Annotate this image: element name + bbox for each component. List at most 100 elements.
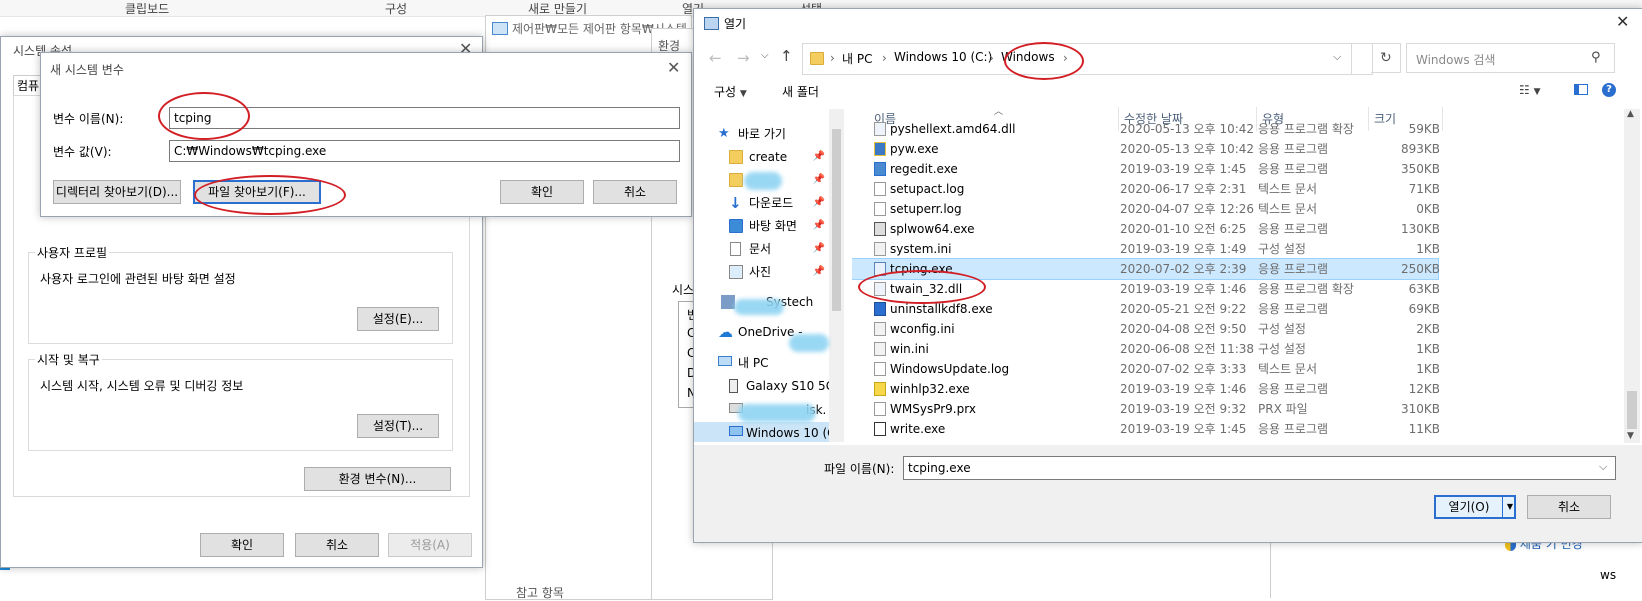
computer-icon	[718, 356, 732, 366]
pin-icon: 📌	[812, 220, 825, 231]
file-name: system.ini	[890, 242, 952, 256]
annotation-oval	[1004, 42, 1084, 80]
sysprops-apply-button[interactable]: 적용(A)	[388, 533, 472, 557]
file-row[interactable]: splwow64.exe 2020-01-10 오전 6:25 응용 프로그램 130…	[852, 219, 1440, 239]
nav-create[interactable]: create 📌	[694, 146, 829, 168]
nav-windows-drive[interactable]: Windows 10 (C:	[694, 422, 840, 442]
user-profile-desc: 사용자 로그인에 관련된 바탕 화면 설정	[40, 272, 236, 286]
new-folder-button[interactable]: 새 폴더	[782, 83, 819, 100]
file-list-scrollbar[interactable]: ▲ ▼	[1624, 109, 1640, 443]
nav-documents[interactable]: 문서 📌	[694, 238, 829, 260]
file-row[interactable]: wconfig.ini 2020-04-08 오전 9:50 구성 설정 2KB	[852, 319, 1440, 339]
nav-label: 사진	[749, 265, 772, 279]
file-row[interactable]: WindowsUpdate.log 2020-07-02 오후 3:33 텍스트 문…	[852, 359, 1440, 379]
close-icon[interactable]: ✕	[667, 58, 680, 77]
nav-galaxy[interactable]: Galaxy S10 5G	[694, 375, 835, 397]
search-box[interactable]: Windows 검색 ⚲	[1406, 43, 1615, 73]
column-separator[interactable]	[1442, 107, 1443, 131]
open-cancel-button[interactable]: 취소	[1527, 495, 1611, 519]
file-name: WMSysPr9.prx	[890, 402, 976, 416]
help-icon[interactable]: ?	[1602, 83, 1616, 97]
preview-pane-icon[interactable]	[1574, 84, 1588, 95]
file-size: 1KB	[1416, 342, 1440, 356]
nav-quick-access[interactable]: ★ 바로 가기	[694, 123, 829, 145]
breadcrumb-drive[interactable]: Windows 10 (C:)	[894, 50, 992, 64]
ribbon-organize: 구성	[385, 2, 408, 16]
nav-pictures[interactable]: 사진 📌	[694, 261, 829, 283]
breadcrumb-this-pc[interactable]: 내 PC	[842, 50, 872, 67]
file-date: 2020-07-02 오후 2:39	[1120, 262, 1247, 276]
nav-downloads[interactable]: ↓ 다운로드 📌	[694, 192, 829, 214]
annotation-oval	[194, 175, 346, 215]
folder-icon	[810, 52, 824, 65]
organize-menu[interactable]: 구성 ▼	[714, 83, 747, 100]
chevron-down-icon[interactable]: ⌵	[1333, 50, 1341, 64]
environment-variables-button[interactable]: 환경 변수(N)...	[304, 467, 451, 491]
browse-directory-button[interactable]: 디렉터리 찾아보기(D)...	[53, 180, 181, 204]
grey-panel	[1270, 535, 1271, 598]
open-button-label: 열기(O)	[1448, 500, 1490, 514]
close-icon[interactable]: ✕	[1616, 12, 1629, 31]
nav-scrollbar[interactable]	[829, 109, 844, 442]
organize-label: 구성	[714, 85, 737, 99]
open-button[interactable]: 열기(O) ▼	[1434, 495, 1516, 519]
new-system-variable-dialog: 새 시스템 변수 ✕ 변수 이름(N): tcping 변수 값(V): C:₩…	[40, 52, 692, 217]
file-row[interactable]: setuperr.log 2020-04-07 오후 12:26 텍스트 문서 0KB	[852, 199, 1440, 219]
file-date: 2020-06-08 오전 11:38	[1120, 342, 1255, 356]
scroll-up-icon[interactable]: ▲	[1627, 109, 1634, 119]
file-row[interactable]: setupact.log 2020-06-17 오후 2:31 텍스트 문서 71KB	[852, 179, 1440, 199]
address-bar[interactable]: › 내 PC › Windows 10 (C:) › Windows › ⌵	[802, 43, 1373, 75]
file-name: pyshellext.amd64.dll	[890, 122, 1016, 136]
python-icon	[874, 142, 886, 156]
file-icon	[874, 402, 886, 416]
caret-down-icon[interactable]: ▼	[1504, 497, 1516, 517]
file-size: 1KB	[1416, 242, 1440, 256]
file-scrollbar-thumb[interactable]	[1627, 391, 1637, 429]
file-row[interactable]: win.ini 2020-06-08 오전 11:38 구성 설정 1KB	[852, 339, 1440, 359]
file-row[interactable]: system.ini 2019-03-19 오후 1:49 구성 설정 1KB	[852, 239, 1440, 259]
sysprops-cancel-button[interactable]: 취소	[295, 533, 379, 557]
startup-recovery-label: 시작 및 복구	[35, 351, 102, 368]
file-size: 11KB	[1408, 422, 1440, 436]
sysprops-ok-button[interactable]: 확인	[200, 533, 284, 557]
nav-desktop[interactable]: 바탕 화면 📌	[694, 215, 829, 237]
file-date: 2020-04-07 오후 12:26	[1120, 202, 1255, 216]
nav-this-pc[interactable]: 내 PC	[694, 352, 829, 374]
nav-label: 바탕 화면	[749, 219, 797, 233]
view-options-button[interactable]: ☷ ▼	[1519, 83, 1541, 97]
back-arrow-icon[interactable]: ←	[709, 49, 722, 67]
file-row[interactable]: pyw.exe 2020-05-13 오후 10:42 응용 프로그램 893KB	[852, 139, 1440, 159]
new-variable-cancel-button[interactable]: 취소	[593, 180, 677, 204]
file-date: 2019-03-19 오전 9:32	[1120, 402, 1247, 416]
startup-settings-button[interactable]: 설정(T)...	[357, 414, 439, 438]
file-row[interactable]: write.exe 2019-03-19 오후 1:45 응용 프로그램 11KB	[852, 419, 1440, 439]
cloud-icon: ☁	[718, 323, 733, 341]
pin-icon: 📌	[812, 174, 825, 185]
file-row[interactable]: winhlp32.exe 2019-03-19 오후 1:46 응용 프로그램 12K…	[852, 379, 1440, 399]
forward-arrow-icon[interactable]: →	[737, 49, 750, 67]
up-arrow-icon[interactable]: ↑	[780, 47, 793, 65]
file-row[interactable]: regedit.exe 2019-03-19 오후 1:45 응용 프로그램 350K…	[852, 159, 1440, 179]
nav-scrollbar-thumb[interactable]	[832, 129, 841, 311]
file-size: 310KB	[1400, 402, 1440, 416]
scroll-down-icon[interactable]: ▼	[1627, 431, 1634, 441]
user-profile-settings-button[interactable]: 설정(E)...	[357, 307, 439, 331]
file-row[interactable]: pyshellext.amd64.dll 2020-05-13 오후 10:42 응…	[852, 119, 1440, 139]
download-icon: ↓	[729, 194, 742, 212]
file-name: win.ini	[890, 342, 929, 356]
startup-recovery-group: 시작 및 복구 시스템 시작, 시스템 오류 및 디버깅 정보 설정(T)...	[28, 351, 453, 451]
redaction-blob	[744, 172, 782, 190]
new-variable-ok-button[interactable]: 확인	[500, 180, 584, 204]
pin-icon: 📌	[812, 243, 825, 254]
nav-label: 다운로드	[749, 196, 794, 210]
recent-dropdown-icon[interactable]: ⌵	[761, 50, 769, 61]
chevron-down-icon[interactable]: ⌵	[1599, 460, 1607, 474]
ribbon-clipboard: 클립보드	[125, 2, 170, 16]
file-row[interactable]: WMSysPr9.prx 2019-03-19 오전 9:32 PRX 파일 310K…	[852, 399, 1440, 419]
variable-value-input[interactable]: C:₩Windows₩tcping.exe	[169, 140, 680, 162]
refresh-button[interactable]: ↻	[1371, 43, 1401, 73]
filename-input[interactable]: tcping.exe	[903, 456, 1616, 480]
control-panel-icon	[492, 22, 508, 35]
printer-icon	[874, 222, 886, 236]
document-icon	[730, 242, 741, 256]
